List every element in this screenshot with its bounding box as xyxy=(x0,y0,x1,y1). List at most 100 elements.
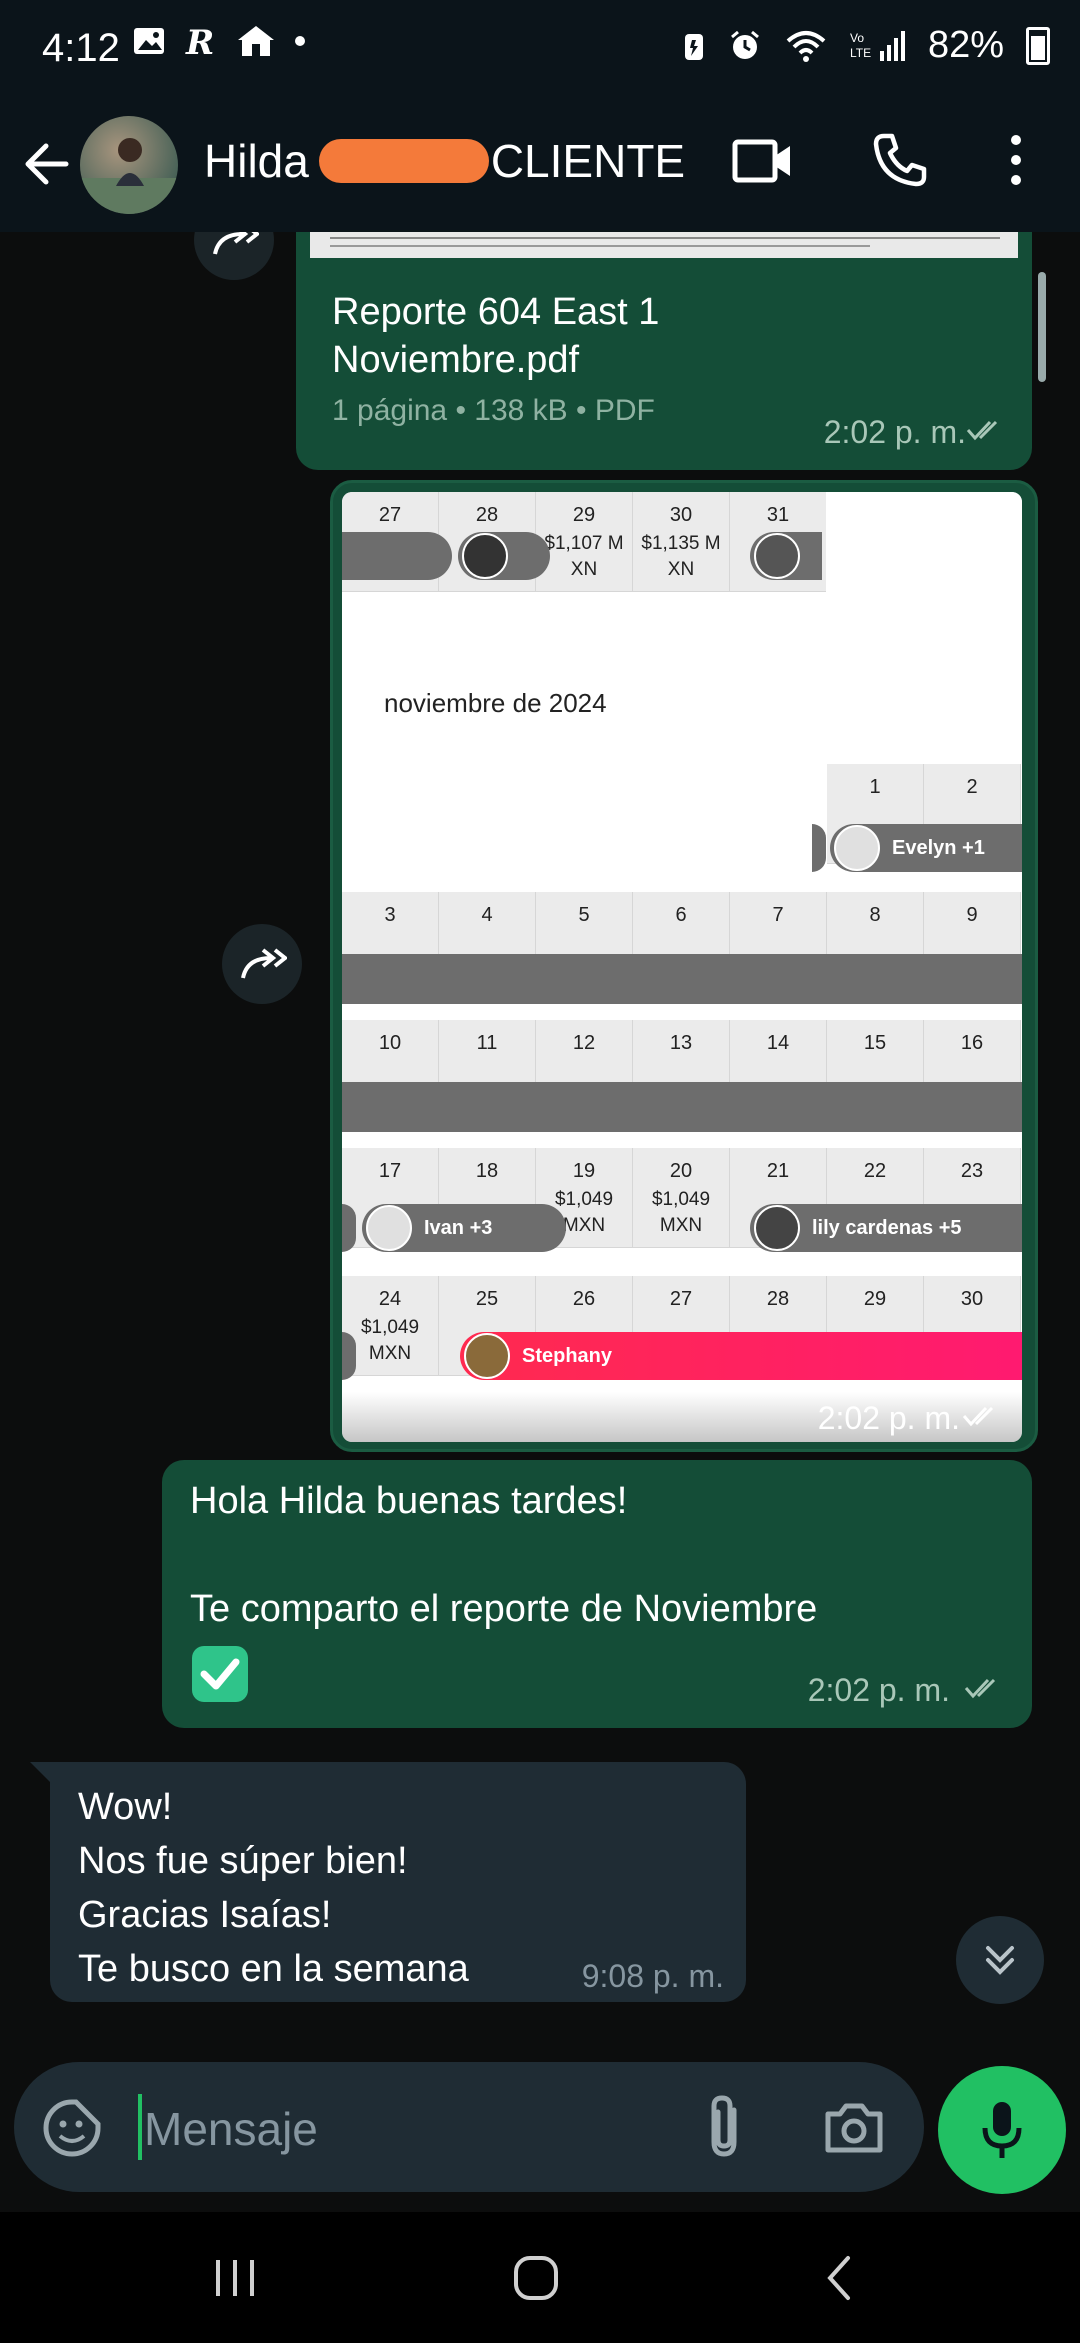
event-avatar xyxy=(464,1333,510,1379)
calendar-day-number: 6 xyxy=(675,904,687,926)
event-avatar xyxy=(366,1205,412,1251)
recent-apps-icon[interactable] xyxy=(212,2256,258,2300)
event-pill-evelyn: Evelyn +1 xyxy=(830,824,1022,872)
calendar-day-number: 12 xyxy=(572,1032,596,1054)
event-pill xyxy=(750,532,822,580)
pdf-time: 2:02 p. m. xyxy=(823,414,966,450)
message-time: 2:02 p. m. xyxy=(807,1672,950,1708)
message-line: Nos fue súper bien! xyxy=(78,1840,408,1882)
video-call-icon[interactable] xyxy=(732,136,794,186)
event-avatar xyxy=(754,1205,800,1251)
pdf-meta: 1 página • 138 kB • PDF xyxy=(332,394,655,427)
message-input-bar: Mensaje xyxy=(0,2062,1080,2212)
amount-line: XN xyxy=(570,559,598,580)
calendar-day-cell: 29 $1,107 M XN xyxy=(536,492,633,592)
calendar-screenshot-image[interactable]: 27 28 29 $1,107 M XN 30 $1,135 M XN 31 noviembre… xyxy=(342,492,1022,1442)
pdf-message[interactable]: Reporte 604 East 1 Noviembre.pdf 1 págin… xyxy=(296,232,1032,470)
pdf-preview-lines xyxy=(330,237,1000,247)
calendar-day-number: 3 xyxy=(384,904,396,926)
contact-first-name: Hilda xyxy=(204,135,309,187)
outgoing-text-message[interactable]: Hola Hilda buenas tardes! Te comparto el… xyxy=(162,1460,1032,1728)
volte-signal-icon: VoLTE xyxy=(850,30,905,61)
back-icon[interactable] xyxy=(824,2254,854,2302)
event-label: lily cardenas +5 xyxy=(812,1216,962,1239)
chat-header: Hilda CLIENTE xyxy=(0,100,1080,232)
sticker-icon[interactable] xyxy=(42,2098,102,2158)
amount-line: MXN xyxy=(368,1343,412,1364)
pdf-title-line1: Reporte 604 East 1 xyxy=(332,291,660,333)
status-system-icons: Vo LTE 82% xyxy=(682,24,1050,67)
double-chevron-down-icon xyxy=(986,1946,1014,1975)
avatar-photo xyxy=(80,138,178,214)
calendar-day-number: 25 xyxy=(475,1288,499,1310)
home-app-icon xyxy=(238,26,274,56)
message-placeholder[interactable]: Mensaje xyxy=(144,2102,318,2156)
message-line: Te comparto el reporte de Noviembre xyxy=(190,1588,818,1630)
forward-button[interactable] xyxy=(194,232,274,280)
scroll-down-button[interactable] xyxy=(956,1916,1044,2004)
calendar-day-number: 27 xyxy=(378,504,402,526)
calendar-day-number: 30 xyxy=(960,1288,984,1310)
home-icon[interactable] xyxy=(512,2254,560,2302)
forward-icon xyxy=(213,232,259,255)
calendar-day-number: 8 xyxy=(869,904,881,926)
event-pill-lily: lily cardenas +5 xyxy=(750,1204,1022,1252)
voice-call-icon[interactable] xyxy=(870,130,930,190)
svg-text:Vo: Vo xyxy=(850,31,864,45)
scrollbar[interactable] xyxy=(1038,272,1046,382)
calendar-day-amount: $1,135 M XN xyxy=(633,531,729,583)
event-bar xyxy=(342,1082,1022,1132)
event-pill xyxy=(342,1204,356,1252)
back-arrow-icon[interactable] xyxy=(22,134,72,194)
svg-text:R: R xyxy=(185,24,214,58)
calendar-day-number: 22 xyxy=(863,1160,887,1182)
more-options-icon[interactable] xyxy=(1006,130,1026,190)
contact-name[interactable]: Hilda CLIENTE xyxy=(204,134,685,188)
calendar-day-number: 21 xyxy=(766,1160,790,1182)
event-label: Ivan +3 xyxy=(424,1216,493,1239)
battery-icon xyxy=(1026,26,1050,65)
incoming-text: Wow! Nos fue súper bien! Gracias Isaías!… xyxy=(78,1780,469,1996)
amount-line: $1,049 xyxy=(360,1317,420,1338)
calendar-day-number: 29 xyxy=(863,1288,887,1310)
calendar-day-number: 7 xyxy=(772,904,784,926)
attach-icon[interactable] xyxy=(700,2092,750,2162)
incoming-text-message[interactable]: Wow! Nos fue súper bien! Gracias Isaías!… xyxy=(30,1762,746,2002)
event-label: Evelyn +1 xyxy=(892,836,985,859)
calendar-day-number: 1 xyxy=(869,776,881,798)
voice-record-button[interactable] xyxy=(938,2066,1066,2194)
pdf-title: Reporte 604 East 1 Noviembre.pdf xyxy=(332,288,659,384)
camera-icon[interactable] xyxy=(822,2100,886,2156)
calendar-day-number: 29 xyxy=(572,504,596,526)
status-notification-icons: R xyxy=(132,24,306,58)
calendar-day-number: 15 xyxy=(863,1032,887,1054)
calendar-month-title: noviembre de 2024 xyxy=(384,688,607,718)
calendar-day-number: 18 xyxy=(475,1160,499,1182)
calendar-day-number: 5 xyxy=(578,904,590,926)
amount-line: MXN xyxy=(659,1215,703,1236)
event-pill xyxy=(458,532,550,580)
calendar-day-number: 23 xyxy=(960,1160,984,1182)
calendar-day-cell: 30 $1,135 M XN xyxy=(633,492,730,592)
message-line: Hola Hilda buenas tardes! xyxy=(190,1480,628,1522)
calendar-day-number: 11 xyxy=(476,1032,498,1054)
event-avatar xyxy=(834,825,880,871)
event-pill xyxy=(342,1332,356,1380)
svg-text:LTE: LTE xyxy=(850,46,871,60)
image-time: 2:02 p. m. xyxy=(817,1400,960,1436)
calendar-day-number: 10 xyxy=(378,1032,402,1054)
amount-line: $1,107 M xyxy=(544,533,624,554)
event-pill-ivan: Ivan +3 xyxy=(362,1204,566,1252)
message-line: Te busco en la semana xyxy=(78,1948,469,1990)
wifi-icon xyxy=(786,30,826,62)
event-avatar xyxy=(754,533,800,579)
calendar-day-number: 9 xyxy=(966,904,978,926)
event-pill xyxy=(812,824,826,872)
calendar-day-amount: $1,049 MXN xyxy=(633,1187,729,1239)
forward-button-image[interactable] xyxy=(222,924,302,1004)
battery-saver-icon xyxy=(684,33,703,60)
message-input-box[interactable]: Mensaje xyxy=(14,2062,924,2192)
read-receipt-icon xyxy=(964,1678,996,1699)
contact-avatar[interactable] xyxy=(80,116,178,214)
calendar-day-number: 16 xyxy=(960,1032,984,1054)
